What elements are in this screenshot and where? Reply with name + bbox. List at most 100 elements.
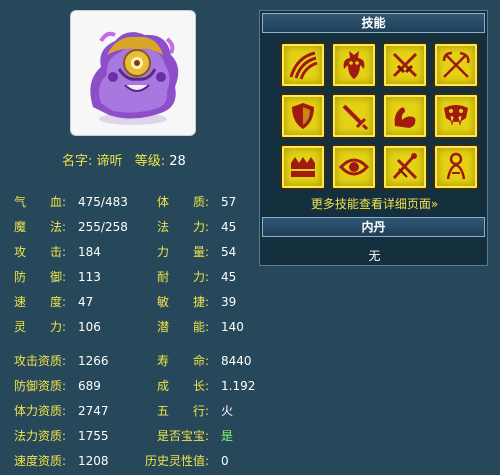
aptitude-value: 1755 (78, 429, 109, 443)
stat-agility: 敏 捷: 39 (157, 293, 236, 311)
stat-value: 113 (78, 270, 101, 284)
skill-slot-7[interactable] (382, 93, 428, 139)
aptitude-label: 五 行: (157, 404, 210, 418)
stat-strength: 力 量: 54 (157, 243, 236, 261)
stat-value: 54 (221, 245, 237, 259)
skill-slot-3[interactable] (382, 42, 428, 88)
stat-label: 攻 击: (14, 245, 67, 259)
aptitude-value: 1266 (78, 354, 109, 368)
aptitude-value: 2747 (78, 404, 109, 418)
level-label: 等级: (134, 154, 166, 169)
stat-label: 耐 力: (157, 270, 210, 284)
name-level-row: 名字: 谛听 等级: 28 (62, 150, 186, 169)
aptitude-label: 攻击资质: (14, 354, 67, 368)
skills-panel-title: 技能 (262, 13, 485, 33)
aptitude-lifespan: 寿 命: 8440 (157, 352, 252, 370)
stat-value: 255/258 (78, 220, 128, 234)
pet-level: 28 (169, 154, 186, 169)
skill-slot-1[interactable] (280, 42, 326, 88)
neidan-value: 无 (368, 249, 381, 263)
crossed-daggers-icon (392, 52, 418, 78)
claw-slash-icon (289, 51, 318, 80)
stat-spirit: 灵 力: 106 (14, 318, 101, 336)
stat-label: 防 御: (14, 270, 67, 284)
stat-value: 475/483 (78, 195, 128, 209)
skill-slot-9[interactable] (280, 144, 326, 190)
skill-slot-11[interactable] (382, 144, 428, 190)
aptitude-element: 五 行: 火 (157, 402, 233, 420)
stat-value: 45 (221, 270, 237, 284)
kneeling-figure-icon (446, 152, 466, 180)
stat-hp: 气 血: 475/483 (14, 193, 128, 211)
aptitude-label: 速度资质: (14, 454, 67, 468)
aptitude-label: 体力资质: (14, 404, 67, 418)
aptitude-magic: 法力资质: 1755 (14, 427, 109, 445)
aptitude-value: 是 (221, 429, 234, 443)
stat-endurance: 耐 力: 45 (157, 268, 236, 286)
stat-value: 47 (78, 295, 94, 309)
aptitude-attack: 攻击资质: 1266 (14, 352, 109, 370)
stat-label: 速 度: (14, 295, 67, 309)
stat-magic: 法 力: 45 (157, 218, 236, 236)
aptitude-value: 0 (221, 454, 229, 468)
sword-icon (342, 104, 369, 131)
fanged-mask-icon (444, 105, 468, 126)
aptitude-value: 689 (78, 379, 101, 393)
aptitude-spirit-history: 历史灵性值: 0 (145, 452, 229, 470)
aptitude-growth: 成 长: 1.192 (157, 377, 255, 395)
skill-slot-4[interactable] (433, 42, 479, 88)
stat-label: 力 量: (157, 245, 210, 259)
aptitude-value: 1.192 (221, 379, 256, 393)
eye-icon (338, 158, 370, 176)
stat-defense: 防 御: 113 (14, 268, 101, 286)
shield-icon (292, 103, 314, 129)
more-skills-link[interactable]: 更多技能查看详细页面» (260, 195, 489, 212)
stat-label: 灵 力: (14, 320, 67, 334)
aptitude-is-baby: 是否宝宝: 是 (157, 427, 233, 445)
aptitude-label: 成 长: (157, 379, 210, 393)
skill-slot-12[interactable] (433, 144, 479, 190)
skill-slot-6[interactable] (331, 93, 377, 139)
stat-attack: 攻 击: 184 (14, 243, 101, 261)
stat-label: 体 质: (157, 195, 210, 209)
stat-mp: 魔 法: 255/258 (14, 218, 128, 236)
stat-potential: 潜 能: 140 (157, 318, 244, 336)
aptitude-defense: 防御资质: 689 (14, 377, 101, 395)
skill-slot-10[interactable] (331, 144, 377, 190)
pet-portrait-image (90, 31, 179, 125)
skill-slot-5[interactable] (280, 93, 326, 139)
aptitude-label: 防御资质: (14, 379, 67, 393)
flexed-arm-icon (394, 107, 416, 128)
pet-name: 谛听 (96, 154, 123, 169)
aptitude-label: 是否宝宝: (157, 429, 210, 443)
aptitude-value: 8440 (221, 354, 252, 368)
crown-bar-icon (291, 157, 315, 177)
demon-wing-icon (343, 51, 365, 79)
stat-value: 57 (221, 195, 237, 209)
stat-label: 魔 法: (14, 220, 67, 234)
stat-value: 140 (221, 320, 244, 334)
aptitude-stamina: 体力资质: 2747 (14, 402, 109, 420)
stat-label: 潜 能: (157, 320, 210, 334)
stat-value: 184 (78, 245, 101, 259)
crossed-staffs-icon (392, 153, 418, 180)
skills-panel: 技能 更多技能查看详细页面» 内丹 无 (259, 10, 488, 266)
stat-label: 法 力: (157, 220, 210, 234)
pet-portrait (70, 10, 196, 136)
aptitude-value: 1208 (78, 454, 109, 468)
stat-value: 106 (78, 320, 101, 334)
stat-value: 39 (221, 295, 237, 309)
stat-constitution: 体 质: 57 (157, 193, 236, 211)
aptitude-label: 寿 命: (157, 354, 210, 368)
name-label: 名字: (62, 154, 93, 169)
skill-slot-2[interactable] (331, 42, 377, 88)
stat-speed: 速 度: 47 (14, 293, 93, 311)
aptitude-label: 法力资质: (14, 429, 67, 443)
skill-slot-8[interactable] (433, 93, 479, 139)
stat-label: 气 血: (14, 195, 67, 209)
stat-label: 敏 捷: (157, 295, 210, 309)
neidan-panel-title: 内丹 (262, 217, 485, 237)
aptitude-speed: 速度资质: 1208 (14, 452, 109, 470)
aptitude-value: 火 (221, 404, 234, 418)
aptitude-label: 历史灵性值: (145, 454, 210, 468)
